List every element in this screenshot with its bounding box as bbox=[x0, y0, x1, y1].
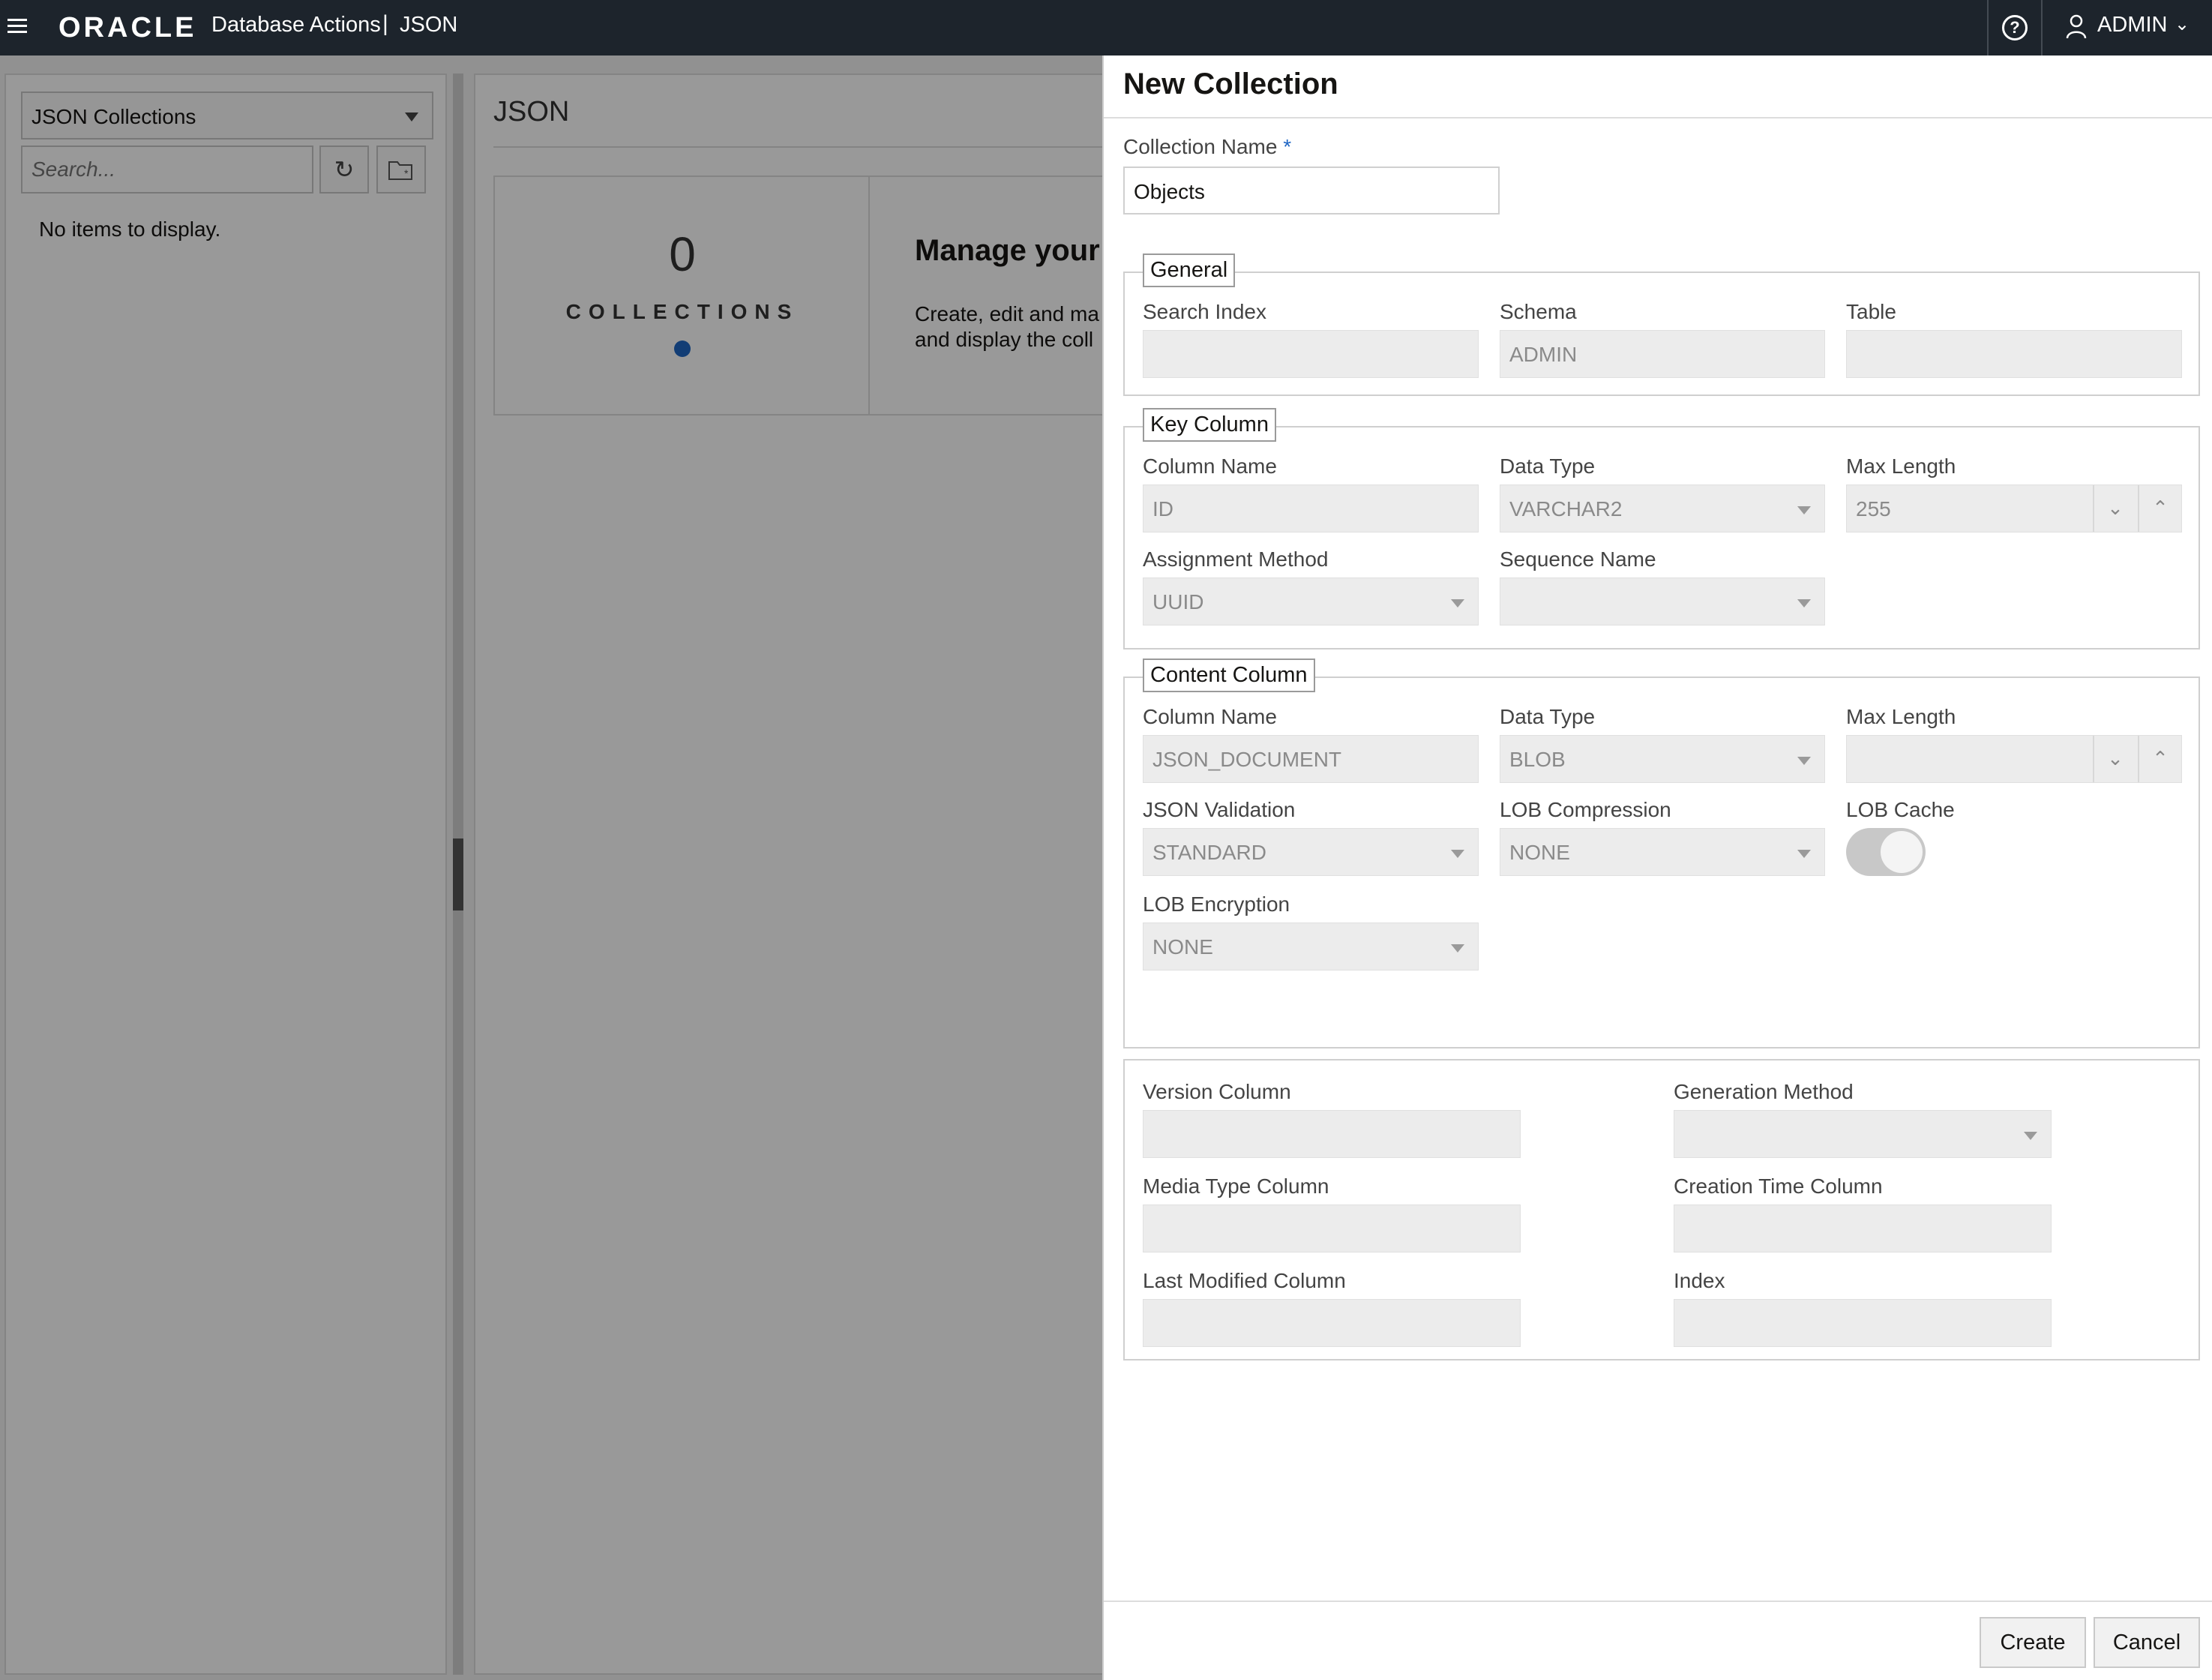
content-column-name-value: JSON_DOCUMENT bbox=[1152, 748, 1342, 771]
chevron-up-icon: ⌃ bbox=[2138, 736, 2181, 782]
index-label: Index bbox=[1674, 1269, 1725, 1292]
help-icon[interactable]: ? bbox=[2002, 15, 2028, 40]
key-column-name-value: ID bbox=[1152, 497, 1173, 520]
lob-cache-toggle bbox=[1846, 828, 1926, 876]
caret-down-icon bbox=[1451, 850, 1464, 858]
creation-time-column-field bbox=[1674, 1204, 2052, 1252]
lob-compression-label: LOB Compression bbox=[1500, 798, 1671, 821]
key-max-length-value: 255 bbox=[1856, 497, 1891, 520]
key-data-type-label: Data Type bbox=[1500, 454, 1596, 478]
collection-name-label: Collection Name * bbox=[1123, 135, 1292, 158]
version-column-field bbox=[1143, 1110, 1521, 1158]
toggle-knob bbox=[1881, 831, 1923, 873]
json-validation-value: STANDARD bbox=[1152, 841, 1266, 864]
creation-time-column-label: Creation Time Column bbox=[1674, 1174, 1883, 1198]
table-field bbox=[1846, 330, 2182, 378]
lob-encryption-label: LOB Encryption bbox=[1143, 892, 1290, 916]
oracle-logo: ORACLE bbox=[58, 12, 197, 44]
content-data-type-value: BLOB bbox=[1509, 748, 1566, 771]
collection-name-value[interactable]: Objects bbox=[1134, 180, 1205, 204]
lob-encryption-value: NONE bbox=[1152, 935, 1213, 958]
lob-compression-value: NONE bbox=[1509, 841, 1570, 864]
collection-name-field[interactable]: Objects bbox=[1123, 166, 1500, 214]
caret-down-icon bbox=[1451, 944, 1464, 952]
content-data-type-select: BLOB bbox=[1500, 735, 1825, 783]
key-max-length-field: 255 ⌄ ⌃ bbox=[1846, 484, 2182, 532]
cancel-button[interactable]: Cancel bbox=[2094, 1617, 2200, 1668]
last-modified-column-field bbox=[1143, 1299, 1521, 1347]
key-column-name-field: ID bbox=[1143, 484, 1479, 532]
caret-down-icon bbox=[1797, 599, 1811, 608]
key-data-type-value: VARCHAR2 bbox=[1509, 497, 1623, 520]
content-data-type-label: Data Type bbox=[1500, 705, 1596, 728]
generation-method-label: Generation Method bbox=[1674, 1080, 1854, 1103]
search-index-label: Search Index bbox=[1143, 300, 1266, 323]
index-field bbox=[1674, 1299, 2052, 1347]
app-title: Database Actions bbox=[211, 13, 381, 37]
schema-label: Schema bbox=[1500, 300, 1577, 323]
footer-divider bbox=[1104, 1600, 2212, 1602]
caret-down-icon bbox=[2024, 1132, 2037, 1140]
media-type-column-field bbox=[1143, 1204, 1521, 1252]
caret-down-icon bbox=[1451, 599, 1464, 608]
schema-field: ADMIN bbox=[1500, 330, 1825, 378]
user-icon[interactable] bbox=[2066, 14, 2087, 40]
topbar-divider bbox=[2041, 0, 2043, 56]
hamburger-menu-icon[interactable] bbox=[7, 15, 27, 39]
version-column-label: Version Column bbox=[1143, 1080, 1291, 1103]
assignment-method-label: Assignment Method bbox=[1143, 548, 1329, 571]
media-type-column-label: Media Type Column bbox=[1143, 1174, 1329, 1198]
schema-value: ADMIN bbox=[1509, 343, 1578, 366]
key-column-name-label: Column Name bbox=[1143, 454, 1277, 478]
key-column-legend: Key Column bbox=[1143, 408, 1276, 442]
sequence-name-label: Sequence Name bbox=[1500, 548, 1656, 571]
assignment-method-value: UUID bbox=[1152, 590, 1204, 614]
content-column-name-label: Column Name bbox=[1143, 705, 1277, 728]
json-validation-select: STANDARD bbox=[1143, 828, 1479, 876]
general-legend: General bbox=[1143, 254, 1236, 287]
generation-method-select bbox=[1674, 1110, 2052, 1158]
modal-overlay[interactable] bbox=[0, 56, 1102, 1680]
content-max-length-field: ⌄ ⌃ bbox=[1846, 735, 2182, 783]
caret-down-icon bbox=[1797, 757, 1811, 765]
chevron-up-icon: ⌃ bbox=[2138, 485, 2181, 532]
content-max-length-label: Max Length bbox=[1846, 705, 1956, 728]
new-collection-drawer: New Collection Collection Name * Objects… bbox=[1102, 56, 2212, 1680]
content-column-legend: Content Column bbox=[1143, 658, 1315, 692]
search-index-field bbox=[1143, 330, 1479, 378]
chevron-down-icon[interactable]: ⌄ bbox=[2175, 14, 2190, 35]
sequence-name-select bbox=[1500, 578, 1825, 626]
key-data-type-select: VARCHAR2 bbox=[1500, 484, 1825, 532]
lob-compression-select: NONE bbox=[1500, 828, 1825, 876]
section-title: JSON bbox=[400, 13, 458, 37]
table-label: Table bbox=[1846, 300, 1896, 323]
top-bar: ORACLE Database Actions | JSON ? ADMIN ⌄ bbox=[0, 0, 2212, 56]
lob-encryption-select: NONE bbox=[1143, 922, 1479, 970]
content-column-name-field: JSON_DOCUMENT bbox=[1143, 735, 1479, 783]
user-menu-button[interactable]: ADMIN bbox=[2097, 13, 2167, 38]
drawer-title-divider bbox=[1104, 117, 2212, 118]
chevron-down-icon: ⌄ bbox=[2093, 485, 2136, 532]
lob-cache-label: LOB Cache bbox=[1846, 798, 1955, 821]
drawer-title: New Collection bbox=[1123, 68, 1338, 100]
assignment-method-select: UUID bbox=[1143, 578, 1479, 626]
create-button[interactable]: Create bbox=[1980, 1617, 2086, 1668]
topbar-divider bbox=[1987, 0, 1989, 56]
caret-down-icon bbox=[1797, 850, 1811, 858]
chevron-down-icon: ⌄ bbox=[2093, 736, 2136, 782]
caret-down-icon bbox=[1797, 506, 1811, 514]
title-separator: | bbox=[382, 11, 388, 36]
required-indicator: * bbox=[1283, 135, 1292, 158]
json-validation-label: JSON Validation bbox=[1143, 798, 1296, 821]
last-modified-column-label: Last Modified Column bbox=[1143, 1269, 1346, 1292]
key-max-length-label: Max Length bbox=[1846, 454, 1956, 478]
